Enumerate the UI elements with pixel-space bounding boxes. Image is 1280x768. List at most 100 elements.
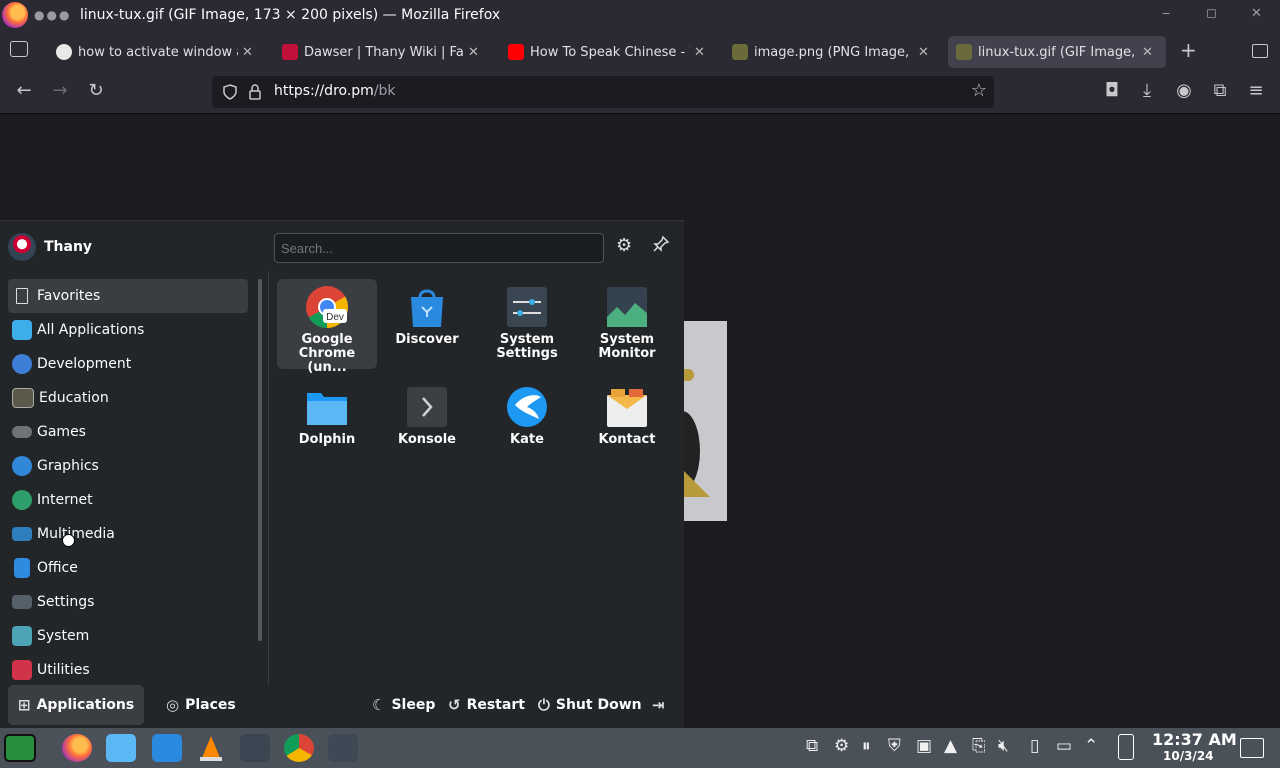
tab-close-icon[interactable]: ✕ (694, 45, 705, 60)
category-utilities[interactable]: Utilities (8, 653, 248, 687)
category-system[interactable]: System (8, 619, 248, 653)
category-favorites[interactable]: Favorites (8, 279, 248, 313)
category-development[interactable]: Development (8, 347, 248, 381)
dolphin-icon[interactable] (106, 734, 136, 762)
tab-close-icon[interactable]: ✕ (918, 45, 929, 60)
app-konsole[interactable]: Konsole (377, 379, 477, 469)
tux-image (684, 321, 727, 521)
volume-muted-icon[interactable]: 🔇︎ (998, 736, 1009, 756)
pocket-icon[interactable]: ◘ (1100, 80, 1124, 101)
tab-fandom[interactable]: Dawser | Thany Wiki | Fand ✕ (274, 36, 488, 68)
applications-label: Applications (36, 697, 135, 713)
places-tab[interactable]: ◎ Places (156, 685, 246, 725)
app-label: Kate (510, 432, 544, 447)
sleep-button[interactable]: ☾ Sleep (362, 685, 445, 725)
logout-button[interactable]: ⇥ (642, 685, 681, 725)
shutdown-button[interactable]: ⏻ Shut Down (528, 685, 652, 725)
tab-label: How To Speak Chinese - Yo (530, 44, 690, 60)
clock-date[interactable]: 10/3/24 (1163, 749, 1214, 763)
reload-icon[interactable]: ↻ (84, 80, 108, 101)
tab-google[interactable]: how to activate window an ✕ (48, 36, 262, 68)
app-launcher-icon[interactable] (4, 734, 36, 762)
shield-tray-icon[interactable]: ⛨ (888, 736, 901, 756)
bookmark-star-icon[interactable]: ☆ (967, 80, 991, 101)
phone-icon[interactable] (1118, 734, 1134, 760)
tab-list-icon[interactable] (10, 41, 28, 57)
vlc-tray-icon[interactable]: ▲ (944, 736, 957, 756)
tab-close-icon[interactable]: ✕ (1142, 45, 1153, 60)
category-graphics[interactable]: Graphics (8, 449, 248, 483)
kdeconnect-icon[interactable] (328, 734, 358, 762)
hamburger-menu-icon[interactable]: ≡ (1244, 80, 1268, 101)
new-tab-button[interactable]: + (1180, 38, 1197, 62)
category-games[interactable]: Games (8, 415, 248, 449)
app-dolphin[interactable]: Dolphin (277, 379, 377, 469)
system-settings-icon[interactable] (240, 734, 270, 762)
restore-button[interactable]: ◻ (1206, 6, 1217, 21)
bookmark-icon (16, 288, 28, 304)
tab-close-icon[interactable]: ✕ (468, 45, 479, 60)
gear-icon[interactable]: ⚙ (616, 235, 632, 256)
chevron-up-icon[interactable]: ⌃ (1084, 736, 1098, 756)
vlc-icon[interactable] (196, 734, 226, 762)
category-education[interactable]: Education (8, 381, 248, 415)
category-all-applications[interactable]: All Applications (8, 313, 248, 347)
app-system-settings[interactable]: System Settings (477, 279, 577, 369)
tab-overview-icon[interactable] (1252, 44, 1268, 58)
category-multimedia[interactable]: Multimedia (8, 517, 248, 551)
app-discover[interactable]: Discover (377, 279, 477, 369)
category-label: Utilities (37, 662, 90, 678)
app-label: System Monitor (598, 332, 656, 361)
notes-tray-icon[interactable]: ▣ (916, 736, 932, 756)
category-internet[interactable]: Internet (8, 483, 248, 517)
show-desktop-icon[interactable] (1240, 738, 1264, 758)
navigation-toolbar: ← → ↻ https://dro.pm/bk ☆ ◘ ⤓ ◉ ⧉ ≡ (0, 70, 1280, 114)
window-menu-dots[interactable]: ●●● (34, 8, 71, 22)
app-label: Konsole (398, 432, 456, 447)
tab-linux-tux[interactable]: linux-tux.gif (GIF Image, 17 ✕ (948, 36, 1166, 68)
firefox-icon[interactable] (62, 734, 92, 762)
app-system-monitor[interactable]: System Monitor (577, 279, 677, 369)
download-icon[interactable]: ⤓ (1135, 80, 1159, 101)
chrome-dev-icon[interactable] (284, 734, 314, 762)
app-kate[interactable]: Kate (477, 379, 577, 469)
clipboard-icon[interactable]: ⎘ (972, 736, 986, 756)
lock-icon[interactable] (248, 84, 262, 100)
account-icon[interactable]: ◉ (1172, 80, 1196, 101)
app-google-chrome[interactable]: Dev Google Chrome (un... (277, 279, 377, 375)
places-label: Places (185, 697, 236, 713)
app-kontact[interactable]: Kontact (577, 379, 677, 469)
category-scrollbar[interactable] (258, 279, 262, 641)
restart-button[interactable]: ↺ Restart (438, 685, 535, 725)
category-settings[interactable]: Settings (8, 585, 248, 619)
tab-youtube[interactable]: How To Speak Chinese - Yo ✕ (500, 36, 714, 68)
display-icon[interactable]: ▭ (1056, 736, 1072, 756)
tab-image-png[interactable]: image.png (PNG Image, 81 ✕ (724, 36, 938, 68)
grid-icon: ⊞ (18, 696, 31, 714)
avatar[interactable] (8, 233, 36, 261)
sleep-label: Sleep (391, 697, 436, 713)
tab-close-icon[interactable]: ✕ (242, 45, 253, 60)
pin-icon[interactable] (652, 235, 670, 258)
pause-tray-icon[interactable]: ⏸ (862, 736, 871, 756)
extensions-icon[interactable]: ⧉ (1208, 80, 1232, 101)
forward-icon[interactable]: → (48, 80, 72, 101)
back-icon[interactable]: ← (12, 80, 36, 101)
graphics-icon (12, 456, 32, 476)
minimize-button[interactable]: ‒ (1162, 6, 1170, 21)
connect-tray-icon[interactable]: ⚙ (834, 736, 849, 756)
shield-icon[interactable] (222, 84, 238, 100)
tux-beak (684, 369, 694, 381)
discover-icon[interactable] (152, 734, 182, 762)
user-row[interactable]: Thany (8, 233, 92, 261)
clipboard-tray-icon[interactable]: ⧉ (806, 736, 818, 756)
close-window-button[interactable]: ✕ (1251, 6, 1262, 21)
url-bar[interactable]: https://dro.pm/bk ☆ (212, 76, 994, 108)
applications-tab[interactable]: ⊞ Applications (8, 685, 145, 725)
url-text[interactable]: https://dro.pm/bk (274, 83, 396, 99)
search-input[interactable] (274, 233, 604, 263)
clock-time[interactable]: 12:37 AM (1152, 730, 1237, 749)
category-office[interactable]: Office (8, 551, 248, 585)
battery-icon[interactable]: ▯ (1030, 736, 1039, 756)
category-label: Favorites (37, 288, 101, 304)
